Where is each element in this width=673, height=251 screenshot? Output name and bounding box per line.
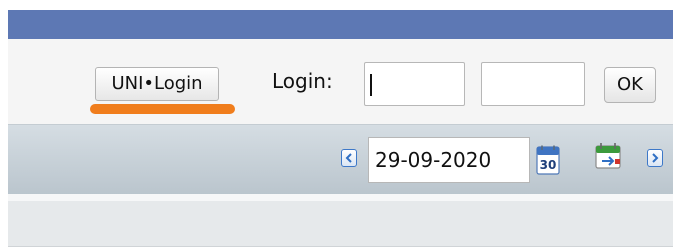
password-field[interactable] bbox=[481, 62, 585, 106]
prev-date-button[interactable] bbox=[341, 149, 357, 167]
username-field[interactable] bbox=[364, 62, 465, 106]
prev-arrow-icon bbox=[345, 153, 352, 163]
toolbar-divider bbox=[8, 194, 673, 201]
calendar-go-icon[interactable] bbox=[593, 141, 625, 173]
calendar-icon[interactable]: 30 bbox=[536, 145, 560, 175]
uni-login-button[interactable]: UNI•Login bbox=[95, 67, 219, 101]
highlight-underline bbox=[90, 104, 235, 114]
next-date-button[interactable] bbox=[647, 149, 663, 167]
text-caret bbox=[370, 74, 372, 96]
top-banner bbox=[8, 10, 673, 39]
next-arrow-icon bbox=[652, 153, 659, 163]
ok-button[interactable]: OK bbox=[604, 67, 656, 103]
content-strip bbox=[8, 201, 673, 247]
calendar-day-number: 30 bbox=[540, 158, 557, 172]
login-label: Login: bbox=[272, 69, 333, 93]
date-field[interactable]: 29-09-2020 bbox=[368, 137, 530, 183]
